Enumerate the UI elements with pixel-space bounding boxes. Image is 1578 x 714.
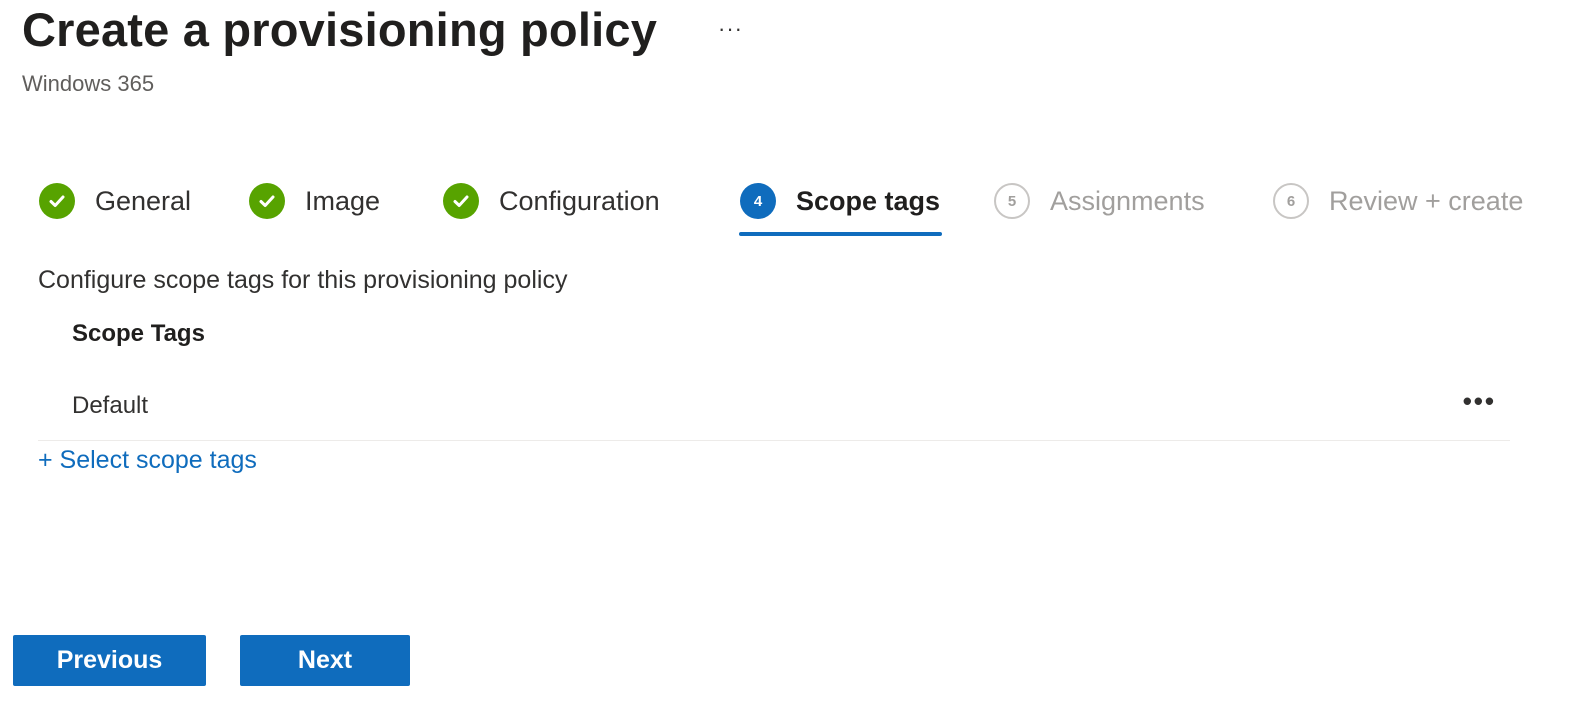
step-label: Image	[305, 185, 381, 216]
wizard-steps: General Image Configuration 4 Scope tags…	[0, 178, 1578, 240]
scope-tag-name: Default	[72, 392, 149, 419]
step-number-icon: 5	[994, 183, 1030, 219]
step-image[interactable]: Image	[249, 178, 380, 224]
page-title: Create a provisioning policy	[22, 3, 658, 56]
step-label: General	[95, 185, 192, 216]
scope-tags-column-header: Scope Tags	[72, 320, 205, 347]
step-label: Assignments	[1050, 185, 1205, 216]
step-label: Scope tags	[796, 185, 941, 216]
row-more-options-button[interactable]: •••	[1463, 386, 1496, 417]
table-row: Default •••	[38, 376, 1510, 441]
active-step-indicator	[739, 232, 942, 236]
check-circle-icon	[443, 183, 479, 219]
step-assignments[interactable]: 5 Assignments	[994, 178, 1205, 224]
previous-button[interactable]: Previous	[13, 635, 206, 686]
step-label: Configuration	[499, 185, 660, 216]
check-circle-icon	[39, 183, 75, 219]
step-configuration[interactable]: Configuration	[443, 178, 660, 224]
step-number-icon: 4	[740, 183, 776, 219]
step-number-icon: 6	[1273, 183, 1309, 219]
step-scope-tags[interactable]: 4 Scope tags	[740, 178, 940, 224]
step-review-create[interactable]: 6 Review + create	[1273, 178, 1523, 224]
select-scope-tags-link[interactable]: + Select scope tags	[38, 446, 257, 475]
more-actions-button[interactable]: ···	[718, 16, 743, 42]
next-button[interactable]: Next	[240, 635, 410, 686]
step-label: Review + create	[1329, 185, 1524, 216]
section-description: Configure scope tags for this provisioni…	[38, 266, 568, 294]
check-circle-icon	[249, 183, 285, 219]
page-subtitle: Windows 365	[22, 71, 155, 96]
step-general[interactable]: General	[39, 178, 191, 224]
